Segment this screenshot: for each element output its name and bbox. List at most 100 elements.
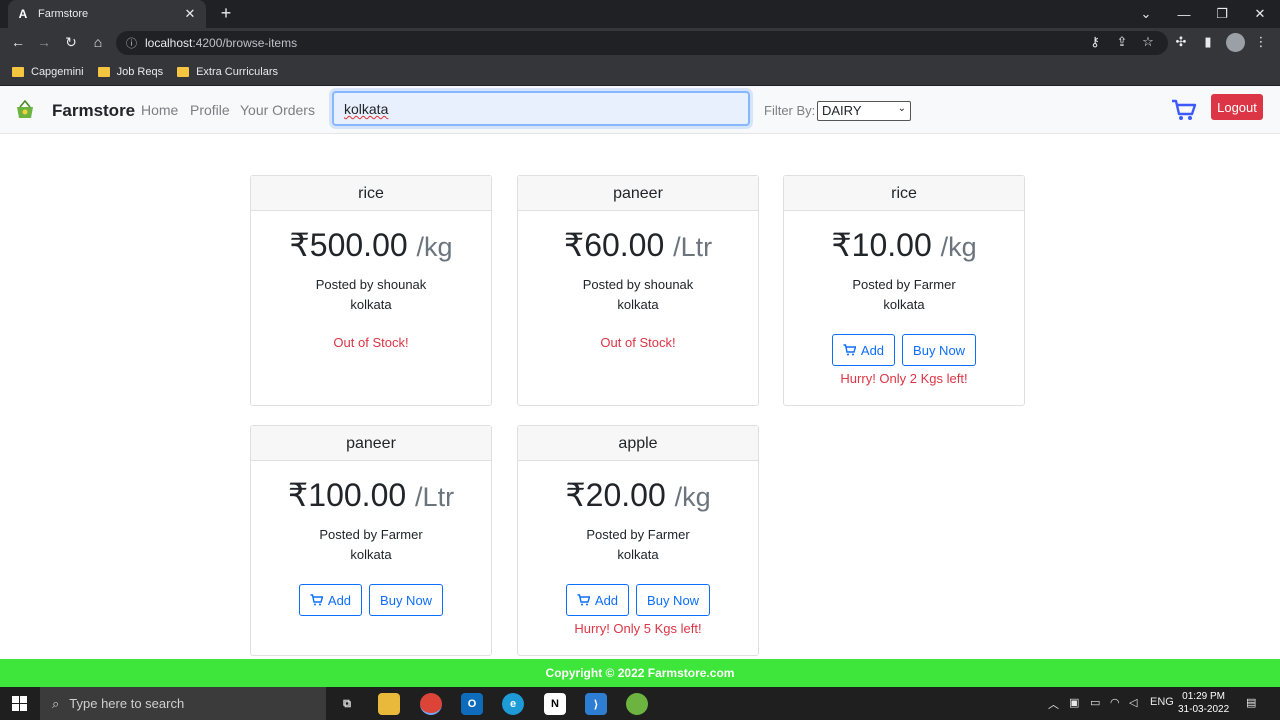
- item-poster: Posted by Farmer kolkata: [251, 525, 491, 565]
- search-value: kolkata: [344, 101, 389, 117]
- url-path: :4200/browse-items: [192, 36, 298, 50]
- item-price: ₹100.00 /Ltr: [251, 476, 491, 514]
- price-unit: /Ltr: [415, 482, 455, 512]
- edge-icon[interactable]: e: [502, 693, 524, 715]
- browser-toolbar: ← → ↻ ⌂ ⓘ localhost :4200/browse-items ⚷…: [0, 28, 1280, 58]
- network-icon[interactable]: ▭: [1090, 696, 1100, 709]
- home-icon[interactable]: ⌂: [89, 34, 107, 50]
- cart-icon: [310, 594, 323, 606]
- taskbar-clock[interactable]: 01:29 PM 31-03-2022: [1178, 690, 1229, 716]
- cart-plus-icon[interactable]: [1171, 98, 1197, 122]
- bookmark-label: Job Reqs: [116, 65, 164, 78]
- item-card: paneer ₹100.00 /Ltr Posted by Farmer kolk…: [250, 425, 492, 656]
- bookmark-label: Extra Curriculars: [196, 65, 278, 78]
- wifi-icon[interactable]: ◠: [1110, 696, 1120, 709]
- add-to-cart-button[interactable]: Add: [831, 334, 896, 366]
- windows-start-icon[interactable]: [12, 696, 27, 711]
- address-bar[interactable]: ⓘ localhost :4200/browse-items: [116, 31, 1168, 55]
- share-icon[interactable]: ⇪: [1113, 34, 1131, 50]
- menu-dots-icon[interactable]: ⋮: [1252, 34, 1270, 50]
- task-view-icon[interactable]: ⧉: [336, 693, 358, 715]
- item-card: rice ₹500.00 /kg Posted by shounak kolkat…: [250, 175, 492, 406]
- add-label: Add: [860, 342, 885, 358]
- teams-icon[interactable]: ▣: [1069, 696, 1079, 709]
- notion-icon[interactable]: N: [544, 693, 566, 715]
- nav-your-orders-link[interactable]: Your Orders: [240, 102, 315, 118]
- bookmark-star-icon[interactable]: ☆: [1139, 34, 1157, 50]
- key-icon[interactable]: ⚷: [1086, 34, 1104, 50]
- add-to-cart-button[interactable]: Add: [298, 584, 363, 616]
- posted-by: Posted by shounak: [582, 277, 694, 292]
- notifications-icon[interactable]: ▤: [1246, 696, 1256, 709]
- posted-by: Posted by Farmer: [319, 527, 423, 542]
- add-label: Add: [594, 592, 619, 608]
- tab-close-icon[interactable]: ✕: [182, 6, 198, 22]
- vscode-icon[interactable]: ⟩: [585, 693, 607, 715]
- price-unit: /kg: [940, 232, 977, 262]
- browser-tab-bar: A Farmstore ✕ + ⌄ — ❐ ✕: [0, 0, 1280, 28]
- logout-button[interactable]: Logout: [1211, 94, 1263, 120]
- brand-name[interactable]: Farmstore: [52, 101, 135, 121]
- price-value: ₹500.00: [289, 227, 408, 263]
- item-name: paneer: [251, 426, 491, 461]
- clock-time: 01:29 PM: [1182, 691, 1225, 702]
- filter-select[interactable]: DAIRY ⌄: [817, 101, 911, 121]
- low-stock-text: Hurry! Only 5 Kgs left!: [574, 621, 702, 636]
- taskbar-search[interactable]: ⌕ Type here to search: [40, 687, 326, 720]
- nav-home-link[interactable]: Home: [141, 102, 178, 118]
- bookmark-label: Capgemini: [31, 65, 84, 78]
- item-card: rice ₹10.00 /kg Posted by Farmer kolkata …: [783, 175, 1025, 406]
- item-poster: Posted by Farmer kolkata: [784, 275, 1024, 315]
- tab-title: Farmstore: [38, 8, 89, 20]
- item-card: paneer ₹60.00 /Ltr Posted by shounak kolk…: [517, 175, 759, 406]
- chrome-icon[interactable]: [420, 693, 442, 715]
- item-name: apple: [518, 426, 758, 461]
- price-value: ₹100.00: [287, 477, 407, 513]
- add-to-cart-button[interactable]: Add: [565, 584, 630, 616]
- reload-icon[interactable]: ↻: [62, 34, 80, 51]
- add-label: Add: [327, 592, 352, 608]
- file-explorer-icon[interactable]: [378, 693, 400, 715]
- app-navbar: Farmstore Home Profile Your Orders kolka…: [0, 86, 1280, 134]
- close-window-icon[interactable]: ✕: [1241, 6, 1279, 22]
- site-info-icon[interactable]: ⓘ: [126, 35, 137, 51]
- language-indicator[interactable]: ENG: [1150, 696, 1174, 708]
- buy-now-button[interactable]: Buy Now: [636, 584, 711, 616]
- buy-now-button[interactable]: Buy Now: [902, 334, 977, 366]
- item-poster: Posted by shounak kolkata: [518, 275, 758, 315]
- chevron-down-icon: ⌄: [897, 103, 906, 114]
- item-price: ₹500.00 /kg: [251, 226, 491, 264]
- item-poster: Posted by shounak kolkata: [251, 275, 491, 315]
- item-card: apple ₹20.00 /kg Posted by Farmer kolkata…: [517, 425, 759, 656]
- price-unit: /kg: [416, 232, 453, 262]
- item-location: kolkata: [617, 297, 659, 312]
- item-name: paneer: [518, 176, 758, 211]
- maximize-icon[interactable]: ❐: [1203, 6, 1241, 22]
- outlook-icon[interactable]: O: [461, 693, 483, 715]
- tray-chevron-up-icon[interactable]: ︿: [1048, 696, 1059, 712]
- profile-avatar[interactable]: [1226, 33, 1245, 52]
- posted-by: Posted by Farmer: [586, 527, 690, 542]
- tab-search-chevron-icon[interactable]: ⌄: [1127, 6, 1165, 22]
- nav-profile-link[interactable]: Profile: [190, 102, 230, 118]
- basket-logo-icon[interactable]: [14, 100, 36, 120]
- price-unit: /Ltr: [673, 232, 713, 262]
- new-tab-icon[interactable]: +: [216, 3, 236, 24]
- browser-tab[interactable]: A Farmstore ✕: [8, 0, 206, 28]
- side-panel-icon[interactable]: ▮: [1199, 34, 1217, 50]
- bookmark-extra-curriculars[interactable]: Extra Curriculars: [177, 66, 278, 78]
- search-input[interactable]: kolkata: [332, 91, 750, 126]
- buy-now-button[interactable]: Buy Now: [369, 584, 444, 616]
- bookmark-job-reqs[interactable]: Job Reqs: [97, 65, 164, 78]
- spring-tool-icon[interactable]: [626, 693, 648, 715]
- forward-icon[interactable]: →: [35, 34, 53, 50]
- bookmark-capgemini[interactable]: Capgemini: [12, 66, 84, 78]
- volume-icon[interactable]: ◁: [1129, 696, 1137, 709]
- back-icon[interactable]: ←: [9, 34, 27, 50]
- price-value: ₹10.00: [831, 227, 932, 263]
- item-location: kolkata: [350, 297, 392, 312]
- price-value: ₹20.00: [565, 477, 666, 513]
- minimize-icon[interactable]: —: [1165, 7, 1203, 22]
- extensions-icon[interactable]: ✣: [1172, 34, 1190, 50]
- item-price: ₹60.00 /Ltr: [518, 226, 758, 264]
